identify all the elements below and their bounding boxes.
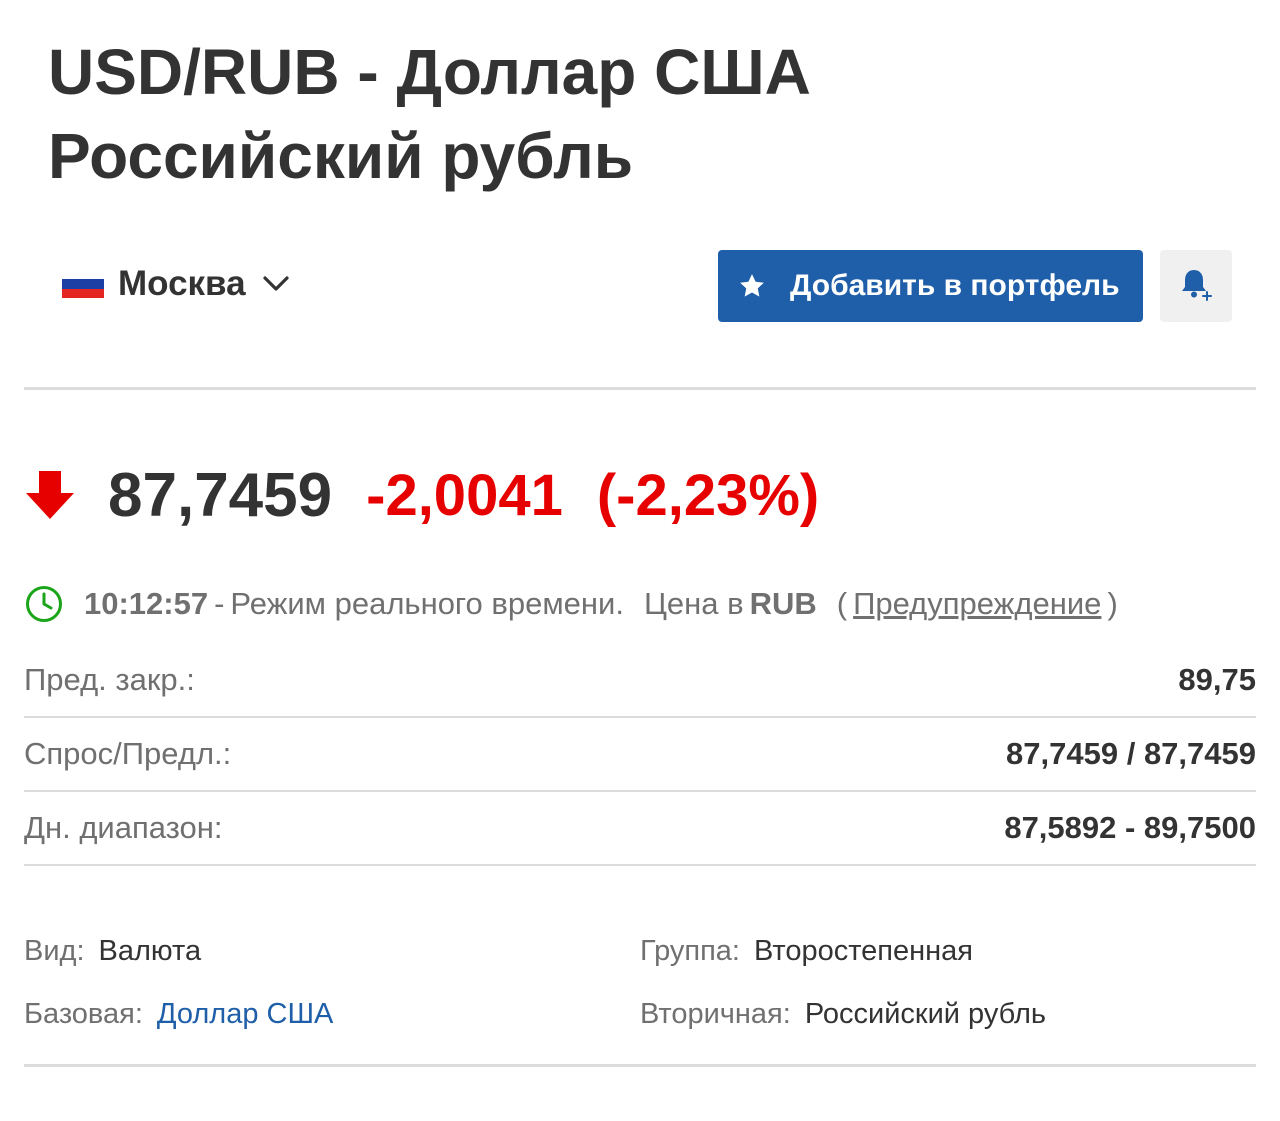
last-price: 87,7459 bbox=[108, 460, 333, 530]
star-icon bbox=[736, 270, 768, 302]
bell-plus-icon bbox=[1176, 264, 1216, 309]
price-change: -2,0041 bbox=[366, 462, 563, 528]
instrument-info: Вид: Валюта Группа: Второстепенная Базов… bbox=[24, 920, 1256, 1046]
stats-table: Пред. закр.: 89,75 Спрос/Предл.: 87,7459… bbox=[24, 644, 1256, 866]
realtime-mode-text: Режим реального времени. bbox=[230, 586, 624, 621]
status-row: 10:12:57 - Режим реального времени. Цена… bbox=[24, 582, 1118, 626]
stat-value: 89,75 bbox=[1178, 662, 1256, 697]
disclaimer-link[interactable]: Предупреждение bbox=[853, 586, 1101, 622]
add-to-portfolio-button[interactable]: Добавить в портфель bbox=[718, 250, 1143, 322]
info-secondary-value: Российский рубль bbox=[804, 998, 1047, 1030]
price-in-text: Цена в bbox=[643, 586, 744, 621]
base-currency-link[interactable]: Доллар США bbox=[157, 998, 333, 1031]
add-to-portfolio-label: Добавить в портфель bbox=[790, 269, 1120, 302]
footer-divider bbox=[24, 1064, 1256, 1067]
stat-row-day-range: Дн. диапазон: 87,5892 - 89,7500 bbox=[24, 792, 1256, 866]
page-title: USD/RUB - Доллар США Российский рубль bbox=[48, 30, 1048, 198]
info-row: Базовая: Доллар США Вторичная: Российски… bbox=[24, 983, 1256, 1046]
info-group-value: Второстепенная bbox=[753, 935, 973, 967]
clock-icon bbox=[24, 584, 64, 624]
close-paren: ) bbox=[1107, 586, 1118, 621]
stat-label: Дн. диапазон: bbox=[24, 810, 223, 845]
page-title-line2: Российский рубль bbox=[48, 120, 634, 192]
stat-row-bid-ask: Спрос/Предл.: 87,7459 / 87,7459 bbox=[24, 718, 1256, 792]
price-change-percent: (-2,23%) bbox=[596, 462, 820, 528]
create-alert-button[interactable] bbox=[1160, 250, 1232, 322]
stat-label: Пред. закр.: bbox=[24, 662, 195, 697]
stat-value: 87,5892 - 89,7500 bbox=[1004, 810, 1256, 845]
stat-row-prev-close: Пред. закр.: 89,75 bbox=[24, 644, 1256, 718]
info-base: Базовая: Доллар США bbox=[24, 998, 640, 1031]
quote-page: USD/RUB - Доллар США Российский рубль Мо… bbox=[0, 0, 1280, 1121]
open-paren: ( bbox=[836, 586, 848, 621]
arrow-down-icon bbox=[24, 468, 78, 522]
stat-value: 87,7459 / 87,7459 bbox=[1006, 736, 1256, 771]
info-type-value: Валюта bbox=[98, 935, 202, 967]
info-type-label: Вид: bbox=[24, 935, 85, 967]
page-title-line1: USD/RUB - Доллар США bbox=[48, 36, 811, 108]
quote-time: 10:12:57 bbox=[84, 586, 209, 621]
price-currency: RUB bbox=[749, 586, 817, 621]
time-separator: - bbox=[214, 586, 225, 621]
market-label: Москва bbox=[118, 264, 246, 303]
info-group: Группа: Второстепенная bbox=[640, 935, 1256, 968]
info-row: Вид: Валюта Группа: Второстепенная bbox=[24, 920, 1256, 983]
russia-flag-icon bbox=[62, 270, 104, 298]
market-selector[interactable]: Москва bbox=[62, 262, 290, 306]
chevron-down-icon bbox=[262, 275, 290, 293]
info-type: Вид: Валюта bbox=[24, 935, 640, 968]
info-secondary: Вторичная: Российский рубль bbox=[640, 998, 1256, 1031]
stat-label: Спрос/Предл.: bbox=[24, 736, 232, 771]
info-base-label: Базовая: bbox=[24, 998, 143, 1030]
info-secondary-label: Вторичная: bbox=[640, 998, 791, 1030]
header-divider bbox=[24, 387, 1256, 390]
info-group-label: Группа: bbox=[640, 935, 740, 967]
price-row: 87,7459 -2,0041 (-2,23%) bbox=[24, 455, 819, 535]
